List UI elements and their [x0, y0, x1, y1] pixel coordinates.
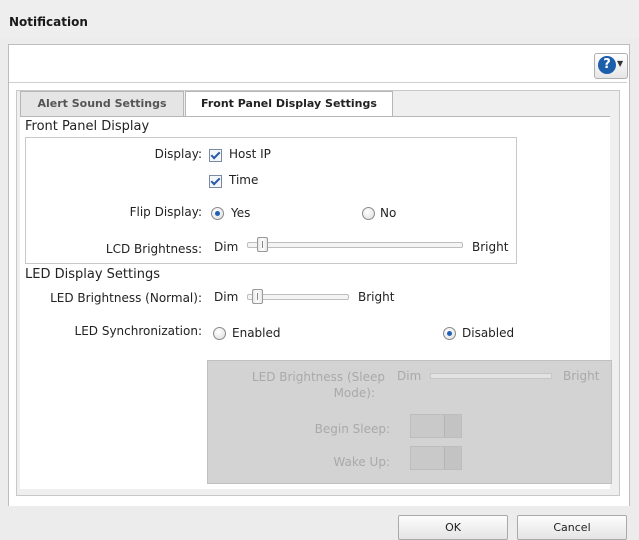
- tab-front-panel-display-settings[interactable]: Front Panel Display Settings: [185, 91, 393, 116]
- chevron-down-icon: ▼: [617, 59, 624, 68]
- led-sleep-brightness-slider: [430, 373, 552, 379]
- sync-disabled-label: Disabled: [462, 326, 515, 340]
- led-sleep-brightness-max: Bright: [563, 369, 600, 383]
- lcd-brightness-max: Bright: [472, 240, 509, 254]
- flip-yes-radio[interactable]: [211, 207, 224, 220]
- front-panel-heading: Front Panel Display: [25, 119, 150, 134]
- sync-enabled-radio[interactable]: [213, 327, 226, 340]
- time-checkbox[interactable]: [209, 175, 222, 188]
- lcd-brightness-min: Dim: [214, 240, 239, 254]
- help-button[interactable]: ? ▼: [594, 53, 628, 79]
- led-brightness-normal-label: LED Brightness (Normal):: [50, 291, 202, 305]
- wake-up-label: Wake Up:: [333, 455, 390, 469]
- led-sleep-brightness-label: LED Brightness (Sleep: [251, 370, 385, 384]
- display-label: Display:: [154, 147, 202, 161]
- led-sleep-brightness-min: Dim: [397, 369, 422, 383]
- lcd-brightness-label: LCD Brightness:: [105, 242, 202, 256]
- divider: [9, 82, 627, 83]
- lcd-brightness-slider[interactable]: [247, 242, 463, 248]
- led-brightness-max: Bright: [358, 290, 395, 304]
- help-icon: ?: [598, 56, 616, 74]
- led-brightness-min: Dim: [214, 290, 239, 304]
- lcd-brightness-handle[interactable]: [257, 237, 268, 252]
- led-sync-label: LED Synchronization:: [74, 324, 202, 338]
- sync-enabled-label: Enabled: [232, 326, 281, 340]
- flip-no-label: No: [380, 206, 397, 220]
- wake-up-select: [410, 446, 462, 470]
- chevron-down-icon: [444, 447, 461, 469]
- sync-disabled-radio[interactable]: [443, 327, 456, 340]
- led-display-heading: LED Display Settings: [25, 267, 160, 282]
- chevron-down-icon: [444, 415, 461, 437]
- ok-button[interactable]: OK: [398, 515, 508, 540]
- dialog-title: Notification: [9, 15, 88, 29]
- led-brightness-handle[interactable]: [252, 289, 263, 304]
- flip-yes-label: Yes: [231, 206, 251, 220]
- flip-no-radio[interactable]: [362, 207, 375, 220]
- led-sleep-brightness-label-2: Mode):: [333, 386, 375, 400]
- begin-sleep-label: Begin Sleep:: [314, 422, 390, 436]
- tab-alert-sound-settings[interactable]: Alert Sound Settings: [20, 91, 184, 116]
- host-ip-label: Host IP: [229, 147, 271, 161]
- host-ip-checkbox[interactable]: [209, 149, 222, 162]
- begin-sleep-select: [410, 414, 462, 438]
- time-label: Time: [229, 173, 259, 187]
- dialog-titlebar: Notification: [0, 0, 639, 38]
- flip-display-label: Flip Display:: [129, 205, 202, 219]
- cancel-button[interactable]: Cancel: [517, 515, 627, 540]
